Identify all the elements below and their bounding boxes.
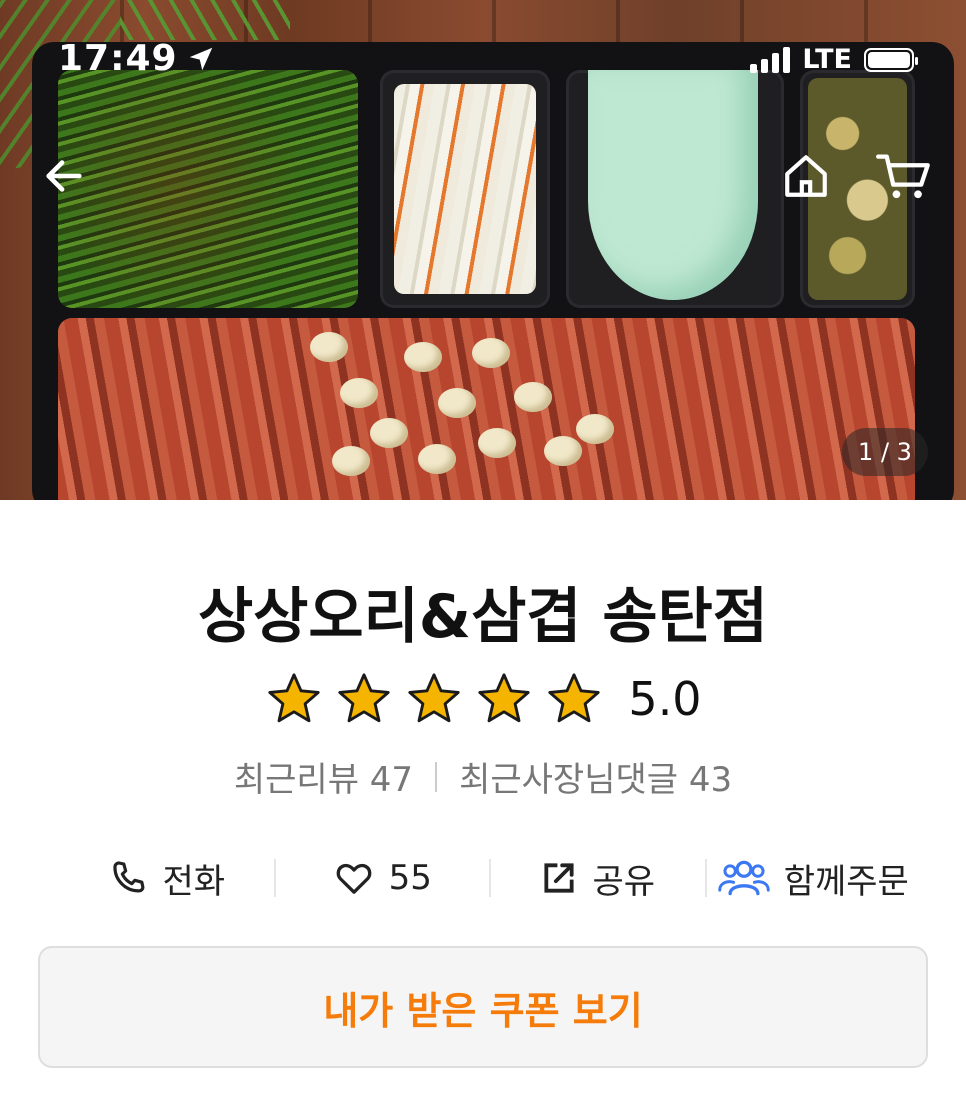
group-order-button[interactable]: 함께주문 <box>707 854 921 903</box>
group-users-icon <box>717 860 770 896</box>
status-time: 17:49 <box>58 38 216 79</box>
store-name: 상상오리&삼겹 송탄점 <box>197 582 768 652</box>
review-summary: 최근리뷰 47 최근사장님댓글 43 <box>0 752 966 801</box>
divider <box>435 761 438 792</box>
call-button[interactable]: 전화 <box>60 854 274 903</box>
group-order-label: 함께주문 <box>783 861 909 902</box>
arrow-left-icon <box>46 160 82 192</box>
cart-button[interactable] <box>872 146 936 206</box>
network-label: LTE <box>802 44 852 75</box>
hero-food-image[interactable]: 17:49 LTE 1 / 3 <box>0 0 966 500</box>
owner-replies-link[interactable]: 최근사장님댓글 43 <box>459 752 732 801</box>
chive-salad <box>58 70 358 308</box>
recent-reviews-link[interactable]: 최근리뷰 47 <box>234 752 413 801</box>
leaf-decoration <box>120 0 290 40</box>
call-label: 전화 <box>162 861 226 902</box>
location-arrow-icon <box>189 47 212 70</box>
like-count: 55 <box>388 858 432 898</box>
phone-icon <box>113 861 145 893</box>
back-button[interactable] <box>36 148 92 204</box>
rating-value: 5.0 <box>628 672 702 726</box>
star-icon <box>338 673 391 723</box>
rating-row: 5.0 <box>0 670 966 728</box>
star-icon <box>408 673 461 723</box>
signal-icon <box>750 46 791 73</box>
home-button[interactable] <box>778 146 834 206</box>
action-row: 전화 55 공유 함께주문 <box>60 848 920 908</box>
share-button[interactable]: 공유 <box>491 854 705 903</box>
star-icon <box>478 673 531 723</box>
status-indicators: LTE <box>750 44 918 75</box>
share-label: 공유 <box>592 861 656 902</box>
heart-icon <box>336 863 371 894</box>
star-icon <box>268 673 321 723</box>
like-button[interactable]: 55 <box>276 858 490 898</box>
cart-icon <box>876 154 930 199</box>
radish-wrap <box>566 70 784 308</box>
status-time-text: 17:49 <box>58 38 178 79</box>
pickled-radish <box>380 70 550 308</box>
star-icon <box>548 673 601 723</box>
smoked-duck <box>58 318 915 500</box>
share-icon <box>544 863 575 893</box>
view-coupons-button[interactable]: 내가 받은 쿠폰 보기 <box>38 946 928 1068</box>
home-icon <box>785 155 827 197</box>
image-pager: 1 / 3 <box>842 428 928 476</box>
battery-icon <box>864 47 918 72</box>
